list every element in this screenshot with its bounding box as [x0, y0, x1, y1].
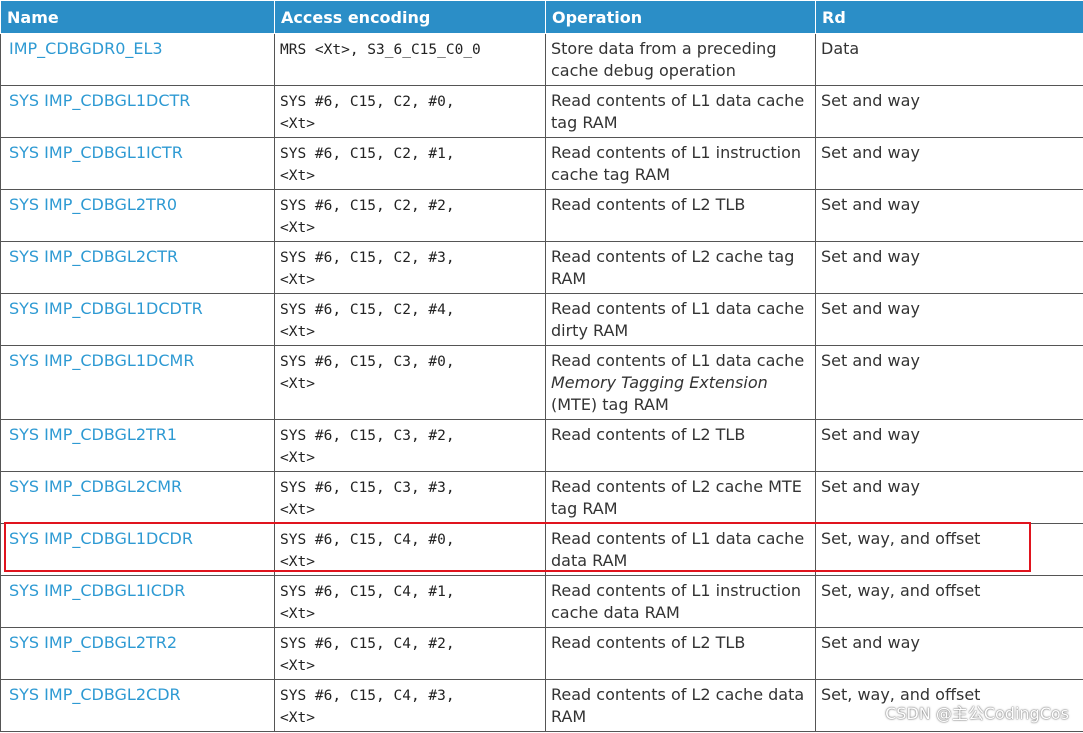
table-row: SYS IMP_CDBGL1DCTR SYS #6, C15, C2, #0, <…: [0, 85, 1083, 138]
access-encoding-cell: SYS #6, C15, C4, #3, <Xt>: [274, 679, 546, 732]
operation-cell: Read contents of L1 data cache Memory Ta…: [545, 345, 816, 420]
access-encoding-cell: SYS #6, C15, C3, #2, <Xt>: [274, 419, 546, 472]
register-name-link[interactable]: SYS IMP_CDBGL1DCDR: [0, 523, 275, 576]
encoding-line-1: SYS #6, C15, C2, #2,: [280, 198, 455, 214]
access-encoding-cell: SYS #6, C15, C3, #3, <Xt>: [274, 471, 546, 524]
access-encoding-cell: SYS #6, C15, C2, #1, <Xt>: [274, 137, 546, 190]
encoding-line-1: SYS #6, C15, C3, #3,: [280, 480, 455, 496]
encoding-line-1: SYS #6, C15, C4, #0,: [280, 532, 455, 548]
encoding-line-2: <Xt>: [280, 376, 315, 392]
encoding-line-2: <Xt>: [280, 220, 315, 236]
operation-cell: Read contents of L1 data cache tag RAM: [545, 85, 816, 138]
access-encoding-cell: SYS #6, C15, C4, #1, <Xt>: [274, 575, 546, 628]
encoding-line-2: <Xt>: [280, 554, 315, 570]
access-encoding-cell: SYS #6, C15, C2, #0, <Xt>: [274, 85, 546, 138]
operation-cell: Read contents of L1 data cache dirty RAM: [545, 293, 816, 346]
register-name-link[interactable]: SYS IMP_CDBGL2TR0: [0, 189, 275, 242]
rd-cell: Data: [815, 33, 1083, 86]
register-name-link[interactable]: IMP_CDBGDR0_EL3: [0, 33, 275, 86]
register-name-link[interactable]: SYS IMP_CDBGL1DCMR: [0, 345, 275, 420]
operation-cell: Read contents of L2 cache tag RAM: [545, 241, 816, 294]
header-operation[interactable]: Operation: [545, 0, 816, 34]
rd-cell: Set and way: [815, 189, 1083, 242]
table-row-highlighted: SYS IMP_CDBGL1DCDR SYS #6, C15, C4, #0, <…: [0, 523, 1083, 576]
operation-cell: Read contents of L1 data cache data RAM: [545, 523, 816, 576]
register-name-link[interactable]: SYS IMP_CDBGL1DCDTR: [0, 293, 275, 346]
table-row: SYS IMP_CDBGL1ICDR SYS #6, C15, C4, #1, <…: [0, 575, 1083, 628]
access-encoding-cell: SYS #6, C15, C2, #3, <Xt>: [274, 241, 546, 294]
register-name-link[interactable]: SYS IMP_CDBGL2CTR: [0, 241, 275, 294]
operation-text: Read contents of L1 data cache: [551, 351, 805, 370]
access-encoding-cell: SYS #6, C15, C4, #0, <Xt>: [274, 523, 546, 576]
rd-cell: Set and way: [815, 241, 1083, 294]
access-encoding-cell: SYS #6, C15, C2, #4, <Xt>: [274, 293, 546, 346]
encoding-line-1: SYS #6, C15, C2, #0,: [280, 94, 455, 110]
encoding-line-2: <Xt>: [280, 658, 315, 674]
operation-cell: Read contents of L2 cache data RAM: [545, 679, 816, 732]
operation-cell: Read contents of L1 instruction cache ta…: [545, 137, 816, 190]
rd-cell: Set, way, and offset: [815, 575, 1083, 628]
operation-cell: Read contents of L1 instruction cache da…: [545, 575, 816, 628]
rd-cell: Set, way, and offset: [815, 523, 1083, 576]
register-name-link[interactable]: SYS IMP_CDBGL2CMR: [0, 471, 275, 524]
operation-cell: Read contents of L2 TLB: [545, 189, 816, 242]
register-name-link[interactable]: SYS IMP_CDBGL1ICDR: [0, 575, 275, 628]
table-row: SYS IMP_CDBGL1DCMR SYS #6, C15, C3, #0, <…: [0, 345, 1083, 420]
table-row: SYS IMP_CDBGL2CMR SYS #6, C15, C3, #3, <X…: [0, 471, 1083, 524]
encoding-line-2: <Xt>: [280, 168, 315, 184]
encoding-line-2: <Xt>: [280, 116, 315, 132]
encoding-line-1: SYS #6, C15, C2, #3,: [280, 250, 455, 266]
access-encoding-cell: SYS #6, C15, C4, #2, <Xt>: [274, 627, 546, 680]
operation-text: (MTE) tag RAM: [551, 395, 669, 414]
register-name-link[interactable]: SYS IMP_CDBGL2CDR: [0, 679, 275, 732]
register-name-link[interactable]: SYS IMP_CDBGL2TR2: [0, 627, 275, 680]
table-row: SYS IMP_CDBGL1DCDTR SYS #6, C15, C2, #4,…: [0, 293, 1083, 346]
table-header-row: Name Access encoding Operation Rd: [0, 0, 1083, 34]
access-encoding-cell: SYS #6, C15, C2, #2, <Xt>: [274, 189, 546, 242]
header-access-encoding[interactable]: Access encoding: [274, 0, 546, 34]
rd-cell: Set and way: [815, 85, 1083, 138]
table-row: SYS IMP_CDBGL1ICTR SYS #6, C15, C2, #1, <…: [0, 137, 1083, 190]
encoding-line-1: MRS <Xt>, S3_6_C15_C0_0: [280, 42, 481, 58]
rd-cell: Set and way: [815, 345, 1083, 420]
encoding-line-1: SYS #6, C15, C3, #0,: [280, 354, 455, 370]
table-row: SYS IMP_CDBGL2TR1 SYS #6, C15, C3, #2, <X…: [0, 419, 1083, 472]
encoding-line-2: <Xt>: [280, 450, 315, 466]
encoding-line-2: <Xt>: [280, 502, 315, 518]
operation-cell: Read contents of L2 TLB: [545, 627, 816, 680]
table-row: SYS IMP_CDBGL2TR0 SYS #6, C15, C2, #2, <X…: [0, 189, 1083, 242]
register-name-link[interactable]: SYS IMP_CDBGL1DCTR: [0, 85, 275, 138]
operation-cell: Read contents of L2 TLB: [545, 419, 816, 472]
rd-cell: Set and way: [815, 137, 1083, 190]
encoding-line-1: SYS #6, C15, C4, #3,: [280, 688, 455, 704]
access-encoding-cell: SYS #6, C15, C3, #0, <Xt>: [274, 345, 546, 420]
table-row: IMP_CDBGDR0_EL3 MRS <Xt>, S3_6_C15_C0_0 …: [0, 33, 1083, 86]
operation-italic-term: Memory Tagging Extension: [551, 373, 768, 392]
encoding-line-2: <Xt>: [280, 606, 315, 622]
encoding-line-1: SYS #6, C15, C4, #1,: [280, 584, 455, 600]
access-encoding-cell: MRS <Xt>, S3_6_C15_C0_0: [274, 33, 546, 86]
table-row: SYS IMP_CDBGL2CTR SYS #6, C15, C2, #3, <X…: [0, 241, 1083, 294]
register-table: Name Access encoding Operation Rd IMP_CD…: [0, 0, 1083, 732]
header-name[interactable]: Name: [0, 0, 275, 34]
table-row: SYS IMP_CDBGL2TR2 SYS #6, C15, C4, #2, <X…: [0, 627, 1083, 680]
encoding-line-2: <Xt>: [280, 710, 315, 726]
rd-cell: Set and way: [815, 293, 1083, 346]
encoding-line-1: SYS #6, C15, C2, #1,: [280, 146, 455, 162]
encoding-line-2: <Xt>: [280, 272, 315, 288]
header-rd[interactable]: Rd: [815, 0, 1083, 34]
encoding-line-1: SYS #6, C15, C3, #2,: [280, 428, 455, 444]
register-name-link[interactable]: SYS IMP_CDBGL2TR1: [0, 419, 275, 472]
encoding-line-1: SYS #6, C15, C4, #2,: [280, 636, 455, 652]
operation-cell: Read contents of L2 cache MTE tag RAM: [545, 471, 816, 524]
watermark: CSDN @主公CodingCos: [885, 704, 1069, 723]
rd-cell: Set and way: [815, 627, 1083, 680]
operation-cell: Store data from a preceding cache debug …: [545, 33, 816, 86]
rd-cell: Set and way: [815, 419, 1083, 472]
encoding-line-1: SYS #6, C15, C2, #4,: [280, 302, 455, 318]
encoding-line-2: <Xt>: [280, 324, 315, 340]
rd-cell: Set and way: [815, 471, 1083, 524]
register-name-link[interactable]: SYS IMP_CDBGL1ICTR: [0, 137, 275, 190]
